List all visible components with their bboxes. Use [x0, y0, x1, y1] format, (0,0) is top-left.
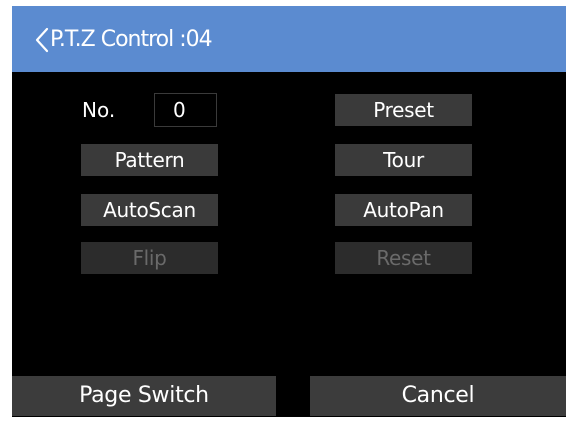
cancel-button[interactable]: Cancel	[310, 376, 566, 416]
pattern-button[interactable]: Pattern	[81, 144, 218, 176]
screen: P.T.Z Control :04 No. Preset Pattern Tou…	[0, 0, 572, 421]
chevron-left-icon[interactable]	[34, 27, 50, 53]
number-label: No.	[82, 98, 116, 122]
autoscan-button[interactable]: AutoScan	[81, 194, 218, 226]
window-title: P.T.Z Control :04	[50, 27, 213, 52]
flip-button[interactable]: Flip	[81, 242, 218, 274]
number-input[interactable]	[154, 93, 217, 127]
page-switch-button[interactable]: Page Switch	[12, 376, 276, 416]
preset-button[interactable]: Preset	[335, 94, 472, 126]
title-bar: P.T.Z Control :04	[12, 6, 566, 72]
autopan-button[interactable]: AutoPan	[335, 194, 472, 226]
reset-button[interactable]: Reset	[335, 242, 472, 274]
ptz-control-dialog: P.T.Z Control :04 No. Preset Pattern Tou…	[12, 6, 566, 417]
tour-button[interactable]: Tour	[335, 144, 472, 176]
